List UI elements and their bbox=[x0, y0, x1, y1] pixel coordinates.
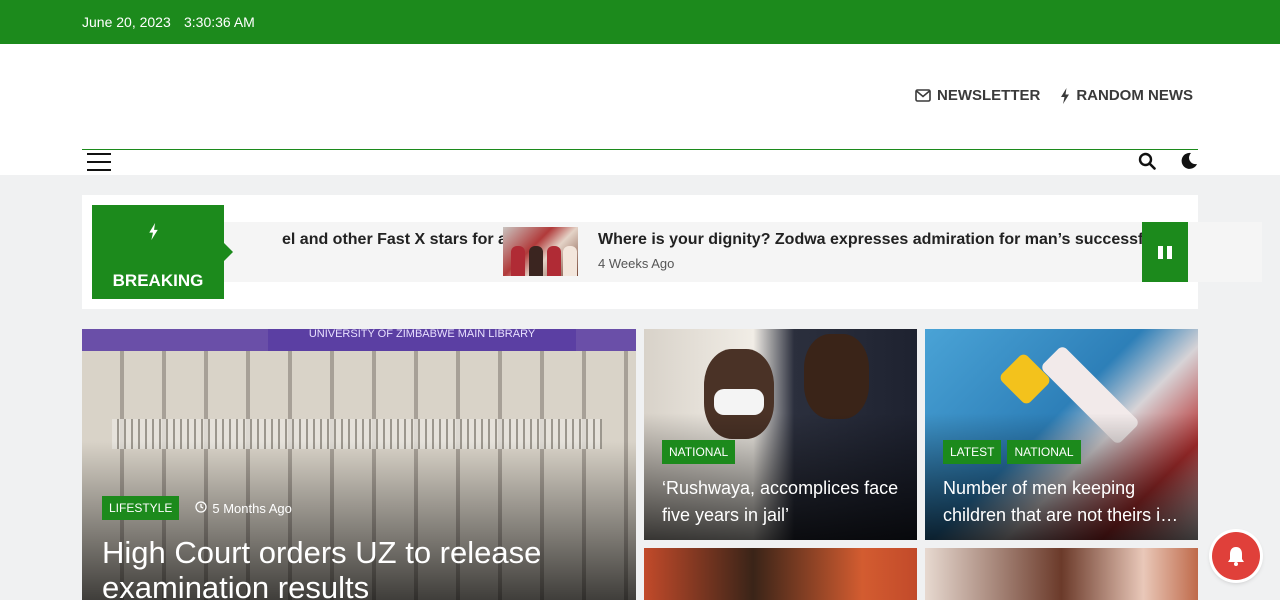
newsletter-link[interactable]: NEWSLETTER bbox=[915, 87, 1040, 104]
current-date: June 20, 2023 bbox=[82, 14, 171, 30]
clock-icon bbox=[195, 500, 208, 516]
news-ticker: el and other Fast X stars for a party Wh… bbox=[182, 222, 1262, 282]
post-time-label: 5 Months Ago bbox=[212, 500, 292, 516]
dark-mode-moon-icon[interactable] bbox=[1180, 152, 1198, 170]
site-header: NEWSLETTER RANDOM NEWS bbox=[0, 44, 1280, 175]
category-tag-latest[interactable]: LATEST bbox=[943, 440, 1002, 464]
notification-bell-icon[interactable] bbox=[1212, 532, 1260, 580]
post-card-image[interactable] bbox=[644, 548, 917, 600]
category-tag-national[interactable]: NATIONAL bbox=[662, 440, 736, 464]
top-bar: June 20, 2023 3:30:36 AM bbox=[0, 0, 1280, 44]
post-card-image[interactable] bbox=[925, 548, 1198, 600]
bolt-icon bbox=[148, 223, 159, 245]
post-tags: LATEST NATIONAL bbox=[943, 440, 1087, 464]
bolt-icon bbox=[1060, 87, 1070, 104]
pause-icon bbox=[1158, 246, 1163, 259]
post-card[interactable]: NATIONAL ‘Rushwaya, accomplices face fiv… bbox=[644, 329, 917, 540]
library-sign: UNIVERSITY OF ZIMBABWE MAIN LIBRARY bbox=[268, 329, 576, 351]
post-title[interactable]: ‘Rushwaya, accomplices face five years i… bbox=[662, 475, 902, 529]
category-tag-lifestyle[interactable]: LIFESTYLE bbox=[102, 496, 180, 520]
envelope-icon bbox=[915, 89, 931, 102]
ticker-item-time: 4 Weeks Ago bbox=[598, 256, 675, 271]
post-title[interactable]: Number of men keeping children that are … bbox=[943, 475, 1183, 529]
ticker-item-thumbnail[interactable] bbox=[503, 227, 578, 276]
category-tag-national[interactable]: NATIONAL bbox=[1007, 440, 1081, 464]
pause-ticker-button[interactable] bbox=[1142, 222, 1188, 282]
search-icon[interactable] bbox=[1138, 152, 1156, 170]
current-time: 3:30:36 AM bbox=[184, 14, 255, 30]
breaking-label: BREAKING bbox=[112, 271, 204, 290]
featured-post-card[interactable]: UNIVERSITY OF ZIMBABWE MAIN LIBRARY LIFE… bbox=[82, 329, 636, 600]
featured-post-title[interactable]: High Court orders UZ to release examinat… bbox=[102, 535, 622, 600]
post-tags: NATIONAL bbox=[662, 440, 741, 464]
menu-toggle-icon[interactable] bbox=[87, 153, 111, 171]
header-links: NEWSLETTER RANDOM NEWS bbox=[915, 87, 1193, 104]
post-meta: LIFESTYLE 5 Months Ago bbox=[102, 496, 292, 520]
breaking-label-badge: BREAKING bbox=[92, 205, 233, 299]
post-time: 5 Months Ago bbox=[195, 501, 292, 516]
nav-divider bbox=[82, 149, 1198, 150]
random-news-link[interactable]: RANDOM NEWS bbox=[1060, 87, 1193, 104]
ticker-item-title[interactable]: Where is your dignity? Zodwa expresses a… bbox=[598, 231, 1181, 249]
badge-arrow bbox=[224, 243, 233, 261]
random-news-label: RANDOM NEWS bbox=[1076, 87, 1193, 104]
newsletter-label: NEWSLETTER bbox=[936, 87, 1041, 104]
breaking-news-bar: el and other Fast X stars for a party Wh… bbox=[82, 195, 1262, 309]
post-card[interactable]: LATEST NATIONAL Number of men keeping chi… bbox=[925, 329, 1198, 540]
